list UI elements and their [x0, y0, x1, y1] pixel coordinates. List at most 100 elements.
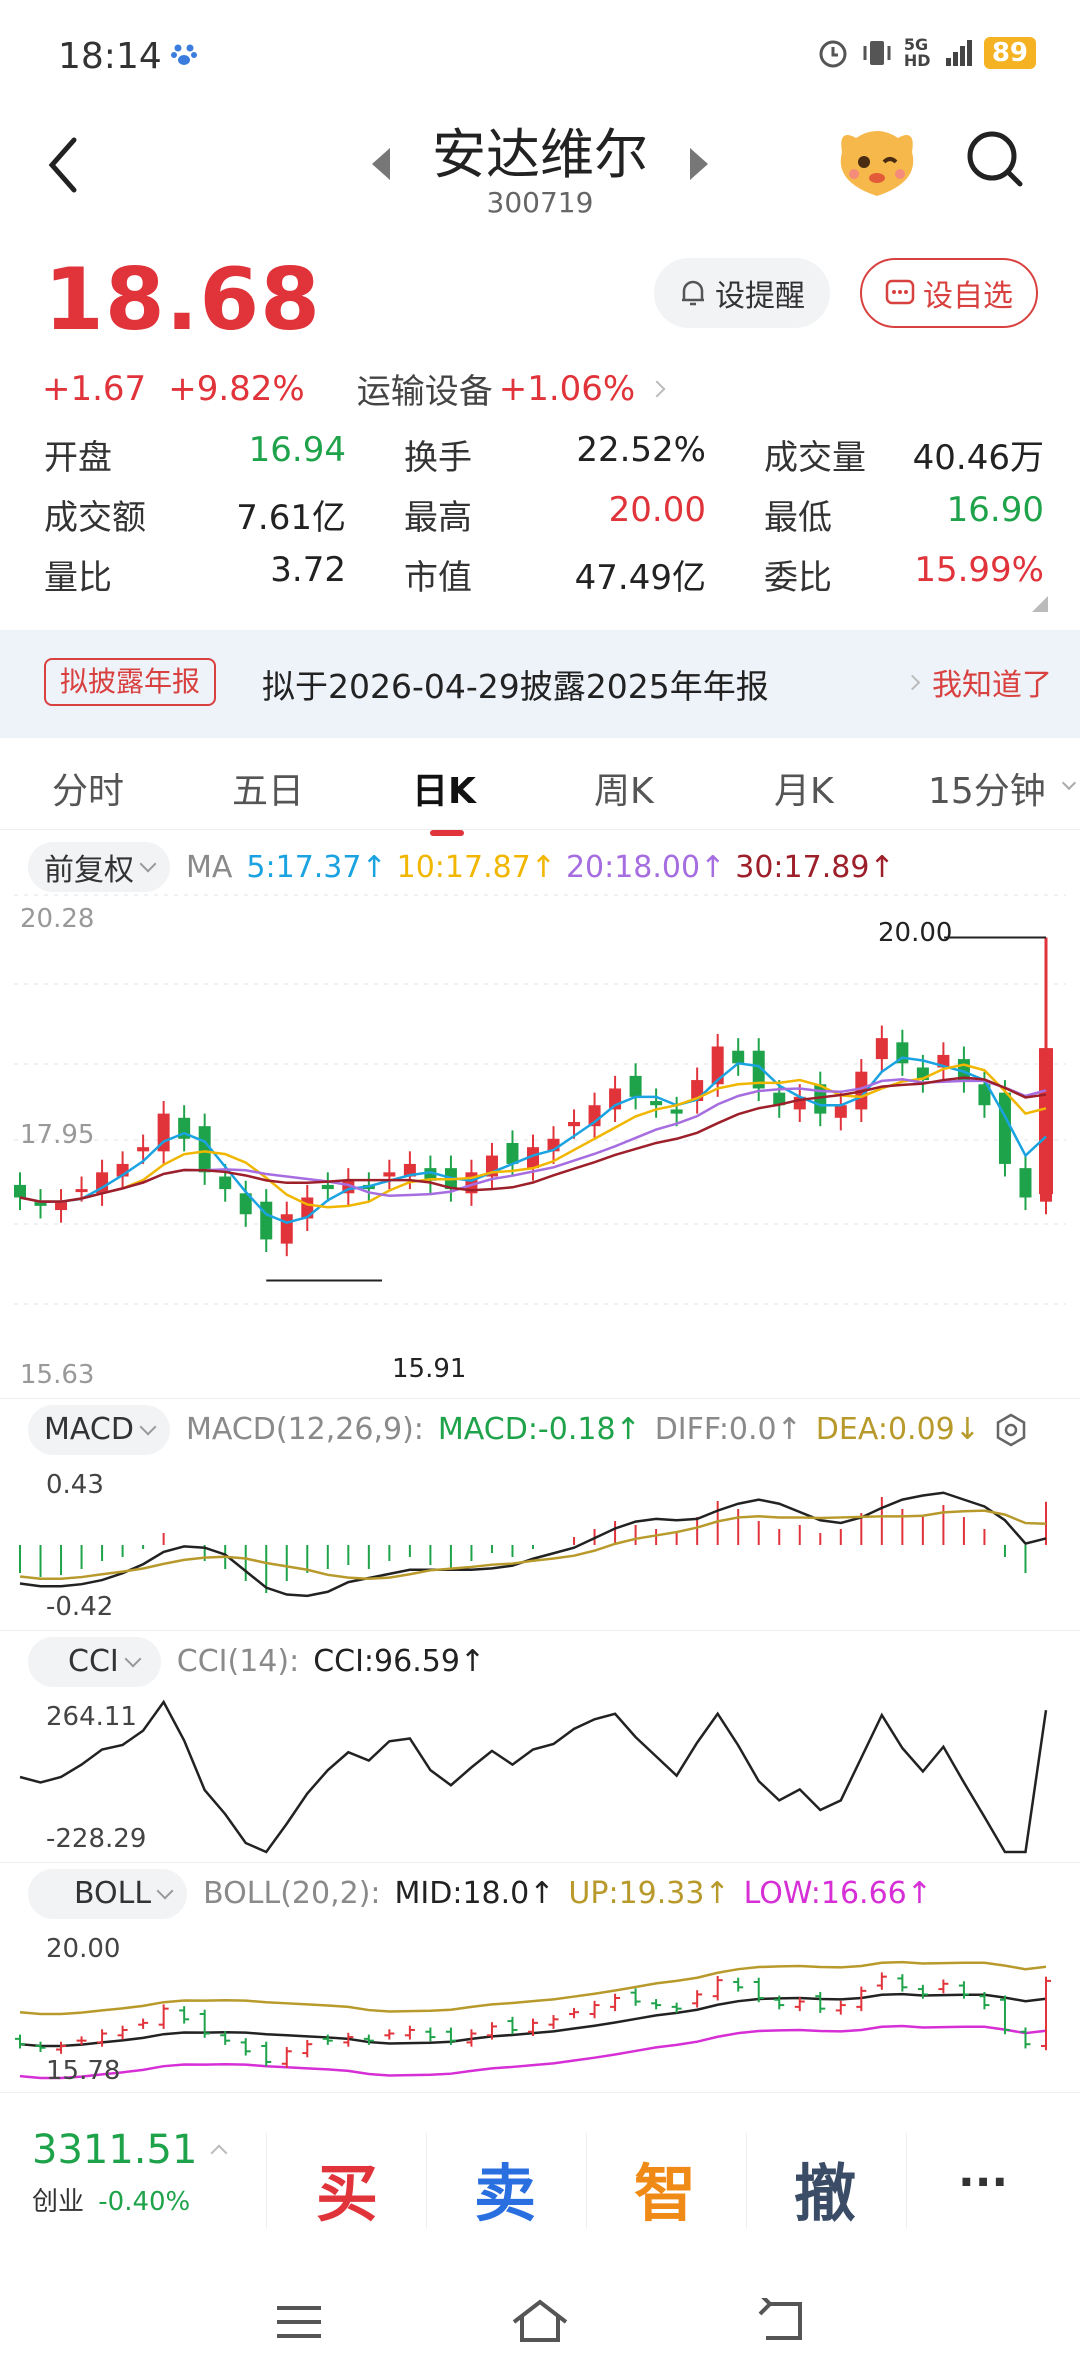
stat-1-0: 成交额 7.61亿 — [44, 490, 404, 539]
candle-body — [1019, 1168, 1032, 1198]
sell-button[interactable]: 卖 — [474, 2143, 536, 2233]
stat-label: 成交额 — [44, 497, 146, 538]
status-bar: 18:14 5G HD 89 — [0, 0, 1080, 110]
sector-change: +1.06% — [498, 368, 636, 409]
menu-icon[interactable] — [274, 2302, 324, 2342]
index-name: 创业 — [32, 2187, 85, 2217]
sector-name: 运输设备 — [356, 372, 493, 412]
signal-icon — [945, 40, 972, 66]
stat-value: 47.49亿 — [574, 557, 706, 598]
candle-body — [650, 1101, 663, 1106]
low-marker-label: 15.91 — [392, 1354, 467, 1384]
macd-header: MACD MACD(12,26,9): MACD:-0.18↑ DIFF:0.0… — [0, 1398, 1080, 1460]
chevron-down-icon[interactable] — [1061, 775, 1077, 791]
alarm-icon — [819, 40, 847, 68]
ma-value-3: 30:17.89↑ — [735, 849, 895, 885]
boll-header: BOLL BOLL(20,2): MID:18.0↑ UP:19.33↑ LOW… — [0, 1862, 1080, 1924]
battery-level: 89 — [983, 37, 1036, 69]
trade-bar: 3311.51 创业 -0.40% 买 卖 智 撤 ··· — [0, 2092, 1080, 2272]
bell-icon — [682, 280, 704, 306]
stat-1-2: 最低 16.90 — [764, 490, 1044, 539]
boll-selector[interactable]: BOLL — [28, 1868, 188, 1919]
sector-link[interactable]: 运输设备 +1.06% — [356, 364, 666, 413]
ma-value-0: 5:17.37↑ — [246, 849, 387, 885]
stat-2-0: 量比 3.72 — [44, 550, 404, 599]
stat-0-1: 换手 22.52% — [404, 430, 764, 479]
stat-0-2: 成交量 40.46万 — [764, 430, 1044, 479]
system-nav — [0, 2272, 1080, 2376]
home-icon[interactable] — [510, 2296, 570, 2346]
candle-body — [55, 1201, 68, 1211]
stat-label: 最高 — [404, 497, 472, 538]
stat-value: 3.72 — [270, 549, 346, 590]
stat-value: 40.46万 — [912, 437, 1044, 478]
chevron-down-icon — [156, 1882, 174, 1899]
candle-body — [732, 1050, 745, 1064]
cci-value: CCI:96.59↑ — [313, 1644, 486, 1679]
back-nav-icon[interactable] — [754, 2298, 808, 2346]
cci-ymax: 264.11 — [46, 1702, 137, 1732]
kline-ymax: 20.28 — [20, 904, 95, 934]
candle-body — [137, 1147, 150, 1152]
cci-chart — [19, 1699, 1048, 1854]
candle-body — [506, 1142, 519, 1164]
mascot-icon[interactable] — [834, 122, 920, 202]
ma-header: 前复权 MA 5:17.37↑ 10:17.87↑ 20:18.00↑ 30:17.8… — [0, 836, 1080, 898]
stat-label: 开盘 — [44, 437, 112, 478]
macd-name: MACD — [44, 1412, 134, 1447]
remind-button[interactable]: 设提醒 — [654, 258, 830, 328]
cci-name: CCI — [68, 1644, 119, 1679]
kline-ymid: 17.95 — [20, 1120, 95, 1150]
smart-button[interactable]: 智 — [634, 2143, 696, 2233]
chevron-right-icon — [904, 674, 921, 690]
diff-line — [19, 1491, 1047, 1598]
tab-weekly-k[interactable]: 周K — [594, 762, 654, 814]
next-stock-icon[interactable] — [684, 144, 714, 184]
candle-body — [568, 1122, 581, 1127]
tab-15min[interactable]: 15分钟 — [928, 762, 1046, 814]
macd-selector[interactable]: MACD — [28, 1404, 170, 1455]
candle-body — [998, 1092, 1011, 1164]
disclosure-notice: 拟披露年报 拟于2026-04-29披露2025年年报 我知道了 — [0, 630, 1080, 738]
add-watchlist-button[interactable]: 设自选 — [860, 258, 1038, 328]
adjust-selector[interactable]: 前复权 — [28, 842, 170, 892]
network-label: 5G HD — [903, 35, 931, 70]
candle-body — [629, 1075, 642, 1097]
ma-label: MA — [186, 849, 233, 885]
candle-body — [834, 1105, 847, 1118]
candle-body — [875, 1038, 888, 1060]
expand-corner-icon[interactable] — [1030, 594, 1050, 614]
tab-daily-k[interactable]: 日K — [412, 762, 476, 836]
candle-body — [198, 1126, 211, 1173]
index-widget[interactable]: 3311.51 创业 -0.40% — [32, 2127, 228, 2218]
stock-header: 安达维尔 300719 — [0, 110, 1080, 240]
kline-chart[interactable] — [0, 894, 1080, 1394]
boll-up: UP:19.33↑ — [568, 1876, 730, 1911]
stat-label: 最低 — [764, 497, 832, 538]
stat-1-1: 最高 20.00 — [404, 490, 764, 539]
candle-body — [75, 1189, 88, 1193]
watchlist-label: 设自选 — [923, 279, 1013, 314]
cancel-order-button[interactable]: 撤 — [794, 2143, 856, 2233]
cci-params: CCI(14): — [176, 1644, 300, 1679]
settings-icon[interactable] — [994, 1413, 1028, 1447]
tab-monthly-k[interactable]: 月K — [774, 762, 834, 814]
tab-intraday[interactable]: 分时 — [52, 762, 124, 814]
high-marker-label: 20.00 — [878, 918, 953, 948]
boll-chart — [15, 1960, 1051, 2080]
price-change-pct: +9.82% — [168, 368, 305, 409]
stat-label: 市值 — [404, 557, 472, 598]
more-button[interactable]: ··· — [958, 2157, 1008, 2208]
notice-dismiss[interactable]: 我知道了 — [904, 660, 1052, 704]
cci-selector[interactable]: CCI — [28, 1636, 161, 1687]
boll-ymax: 20.00 — [46, 1934, 121, 1964]
chevron-down-icon — [139, 855, 157, 873]
buy-button[interactable]: 买 — [316, 2143, 378, 2233]
tab-five-day[interactable]: 五日 — [232, 762, 304, 814]
search-icon[interactable] — [964, 128, 1028, 192]
notice-action: 我知道了 — [932, 668, 1052, 703]
candle-body — [14, 1184, 26, 1198]
candle-body — [280, 1214, 293, 1244]
kline-ymin: 15.63 — [20, 1360, 95, 1390]
ma-values: 5:17.37↑ 10:17.87↑ 20:18.00↑ 30:17.89↑ — [246, 850, 894, 885]
